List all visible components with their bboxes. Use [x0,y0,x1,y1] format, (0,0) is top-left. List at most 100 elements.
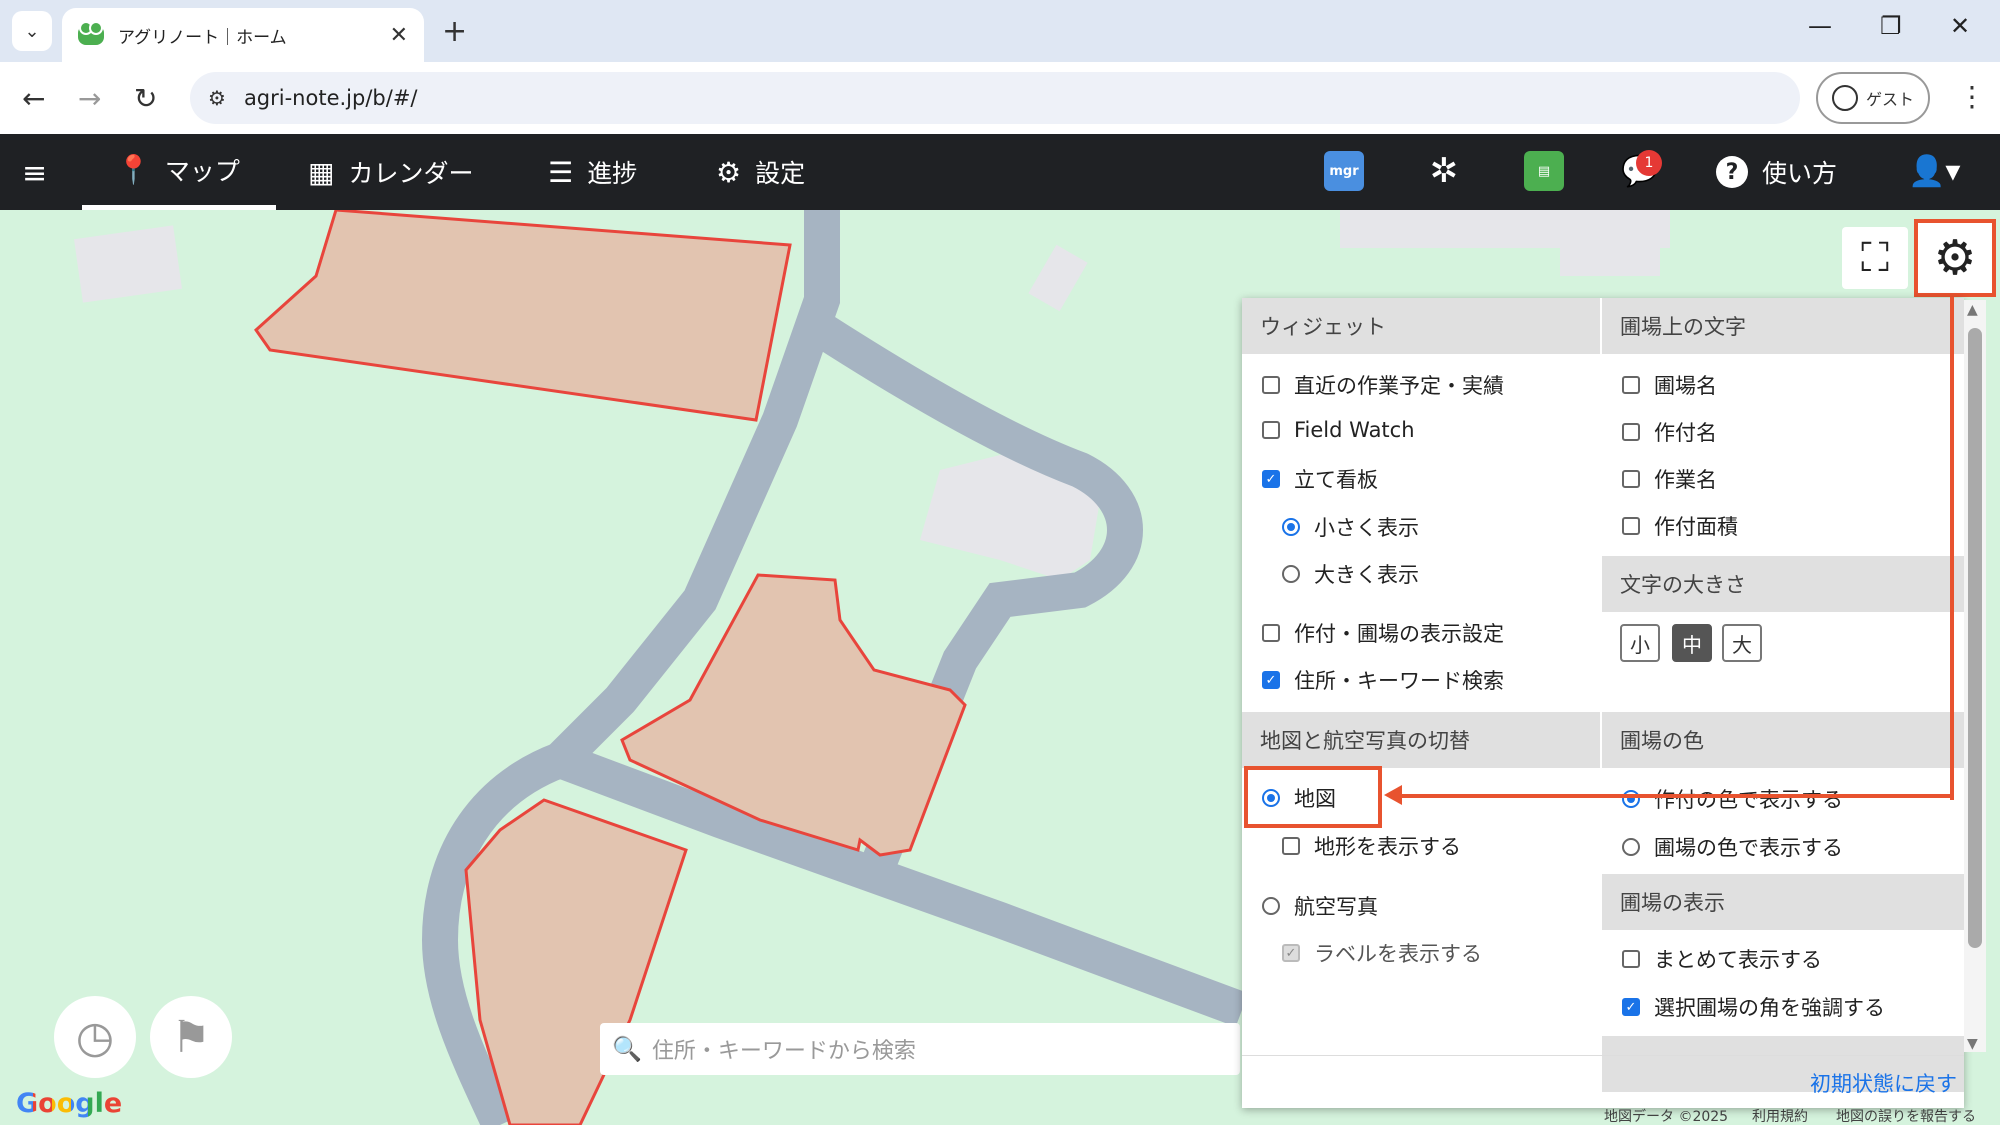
site-settings-icon[interactable]: ⚙ [208,86,226,110]
text-size-large-button[interactable]: 大 [1722,624,1762,662]
notification-badge: 1 [1636,150,1662,176]
url-bar[interactable]: ⚙ agri-note.jp/b/#/ [190,72,1800,124]
field-display-group-option[interactable]: まとめて表示する [1622,944,1822,974]
radio-selected[interactable] [1622,790,1640,808]
back-button[interactable]: ← [22,82,45,115]
guest-profile-button[interactable]: ゲスト [1816,72,1930,124]
building [1560,210,1660,276]
text-size-medium-button[interactable]: 中 [1672,624,1712,662]
widget-option-field-watch[interactable]: Field Watch [1262,418,1415,442]
fullscreen-button[interactable]: ⛶ [1842,227,1908,289]
map-settings-button[interactable]: ⚙ [1914,219,1996,297]
search-icon: 🔍 [612,1035,642,1063]
weather-app-icon[interactable]: ✲ [1424,151,1464,191]
checkbox[interactable] [1622,470,1640,488]
checkbox[interactable] [1262,421,1280,439]
radio[interactable] [1622,838,1640,856]
add-signboard-button[interactable]: ⚑ [150,996,232,1078]
signboard-large-radio[interactable]: 大きく表示 [1282,559,1419,589]
field-color-crop-radio[interactable]: 作付の色で表示する [1622,784,1843,814]
reset-to-default-link[interactable]: 初期状態に戻す [1810,1068,1957,1098]
google-logo: Google [16,1088,123,1119]
field-polygon [254,210,792,422]
text-size-section-header: 文字の大きさ [1602,556,1964,612]
nav-progress[interactable]: ☰ 進捗 [548,134,637,210]
panel-scrollbar[interactable]: ▲ ▼ [1964,300,1986,1052]
option-label: 作付・圃場の表示設定 [1294,622,1504,646]
field-text-field-name[interactable]: 圃場名 [1622,370,1717,400]
field-polygon [464,798,688,1125]
field-display-section-header: 圃場の表示 [1602,874,1964,930]
field-color-field-radio[interactable]: 圃場の色で表示する [1622,832,1843,862]
option-label: 航空写真 [1294,895,1378,919]
field-text-crop-area[interactable]: 作付面積 [1622,511,1738,541]
nav-settings[interactable]: ⚙ 設定 [716,134,805,210]
history-button[interactable]: ◷ [54,996,136,1078]
nav-calendar[interactable]: ▦ カレンダー [308,134,473,210]
widget-option-crop-display-settings[interactable]: 作付・圃場の表示設定 [1262,618,1504,648]
widget-option-recent-work[interactable]: 直近の作業予定・実績 [1262,370,1504,400]
text-size-small-button[interactable]: 小 [1620,624,1660,662]
forward-button[interactable]: → [78,82,101,115]
app-header: ≡ 📍 マップ ▦ カレンダー ☰ 進捗 ⚙ 設定 mgr ✲ ▤ 💬 ? 使い… [0,134,2000,210]
checkbox[interactable] [1262,376,1280,394]
radio[interactable] [1262,897,1280,915]
browser-tab[interactable]: アグリノート｜ホーム ✕ [62,8,424,62]
checkbox-checked[interactable]: ✓ [1622,998,1640,1016]
building [74,225,182,303]
user-menu-icon[interactable]: 👤▾ [1908,154,1960,189]
field-display-corner-option[interactable]: ✓ 選択圃場の角を強調する [1622,992,1885,1022]
gear-icon: ⚙ [1933,230,1977,286]
report-error-link[interactable]: 地図の誤りを報告する [1836,1106,1976,1125]
terms-link[interactable]: 利用規約 [1752,1106,1808,1125]
checkbox-checked[interactable]: ✓ [1262,470,1280,488]
address-search-box[interactable]: 🔍 住所・キーワードから検索 [600,1023,1240,1075]
checklist-icon: ☰ [548,155,574,189]
option-label: Field Watch [1294,418,1415,442]
checkbox[interactable] [1622,950,1640,968]
radio[interactable] [1282,565,1300,583]
checkbox[interactable] [1282,837,1300,855]
guest-label: ゲスト [1866,90,1915,109]
option-label: 作付の色で表示する [1654,788,1843,812]
help-link[interactable]: ? 使い方 [1716,134,1837,210]
checkbox[interactable] [1262,624,1280,642]
field-text-work-name[interactable]: 作業名 [1622,464,1717,494]
widget-option-signboard[interactable]: ✓ 立て看板 [1262,464,1378,494]
option-label: 作業名 [1654,468,1717,492]
aerial-photo-radio[interactable]: 航空写真 [1262,891,1378,921]
checkbox-checked[interactable]: ✓ [1262,671,1280,689]
signboard-icon: ⚑ [171,1011,211,1063]
map-pin-icon: 📍 [116,153,151,186]
reload-button[interactable]: ↻ [134,82,157,115]
field-color-section-header: 圃場の色 [1602,712,1964,768]
terrain-checkbox-option[interactable]: 地形を表示する [1282,831,1461,861]
mgr-app-icon[interactable]: mgr [1324,151,1364,191]
checkbox[interactable] [1622,376,1640,394]
radio-selected[interactable] [1282,518,1300,536]
checkbox[interactable] [1622,423,1640,441]
field-text-crop-name[interactable]: 作付名 [1622,417,1717,447]
new-tab-button[interactable]: + [442,14,467,49]
option-label: 選択圃場の角を強調する [1654,996,1885,1020]
annotation-arrowhead [1384,785,1402,805]
menu-toggle-icon[interactable]: ≡ [22,156,47,191]
checkbox[interactable] [1622,517,1640,535]
agri-news-app-icon[interactable]: ▤ [1524,151,1564,191]
restore-button[interactable]: ❐ [1880,12,1902,40]
option-label: 小さく表示 [1314,516,1419,540]
tab-close-icon[interactable]: ✕ [390,23,408,48]
widget-option-address-search[interactable]: ✓ 住所・キーワード検索 [1262,665,1504,695]
signboard-small-radio[interactable]: 小さく表示 [1282,512,1419,542]
nav-map[interactable]: 📍 マップ [82,134,276,210]
browser-menu-icon[interactable]: ⋮ [1958,80,1986,113]
scroll-down-icon[interactable]: ▼ [1967,1036,1978,1052]
minimize-button[interactable]: — [1808,12,1832,40]
profile-icon [1832,85,1858,111]
building [1028,244,1088,312]
scroll-up-icon[interactable]: ▲ [1967,302,1978,318]
browser-tab-bar: ⌄ アグリノート｜ホーム ✕ + — ❐ ✕ [0,0,2000,62]
tab-list-dropdown-button[interactable]: ⌄ [12,11,52,51]
window-close-button[interactable]: ✕ [1950,12,1970,40]
scrollbar-thumb[interactable] [1968,328,1982,948]
